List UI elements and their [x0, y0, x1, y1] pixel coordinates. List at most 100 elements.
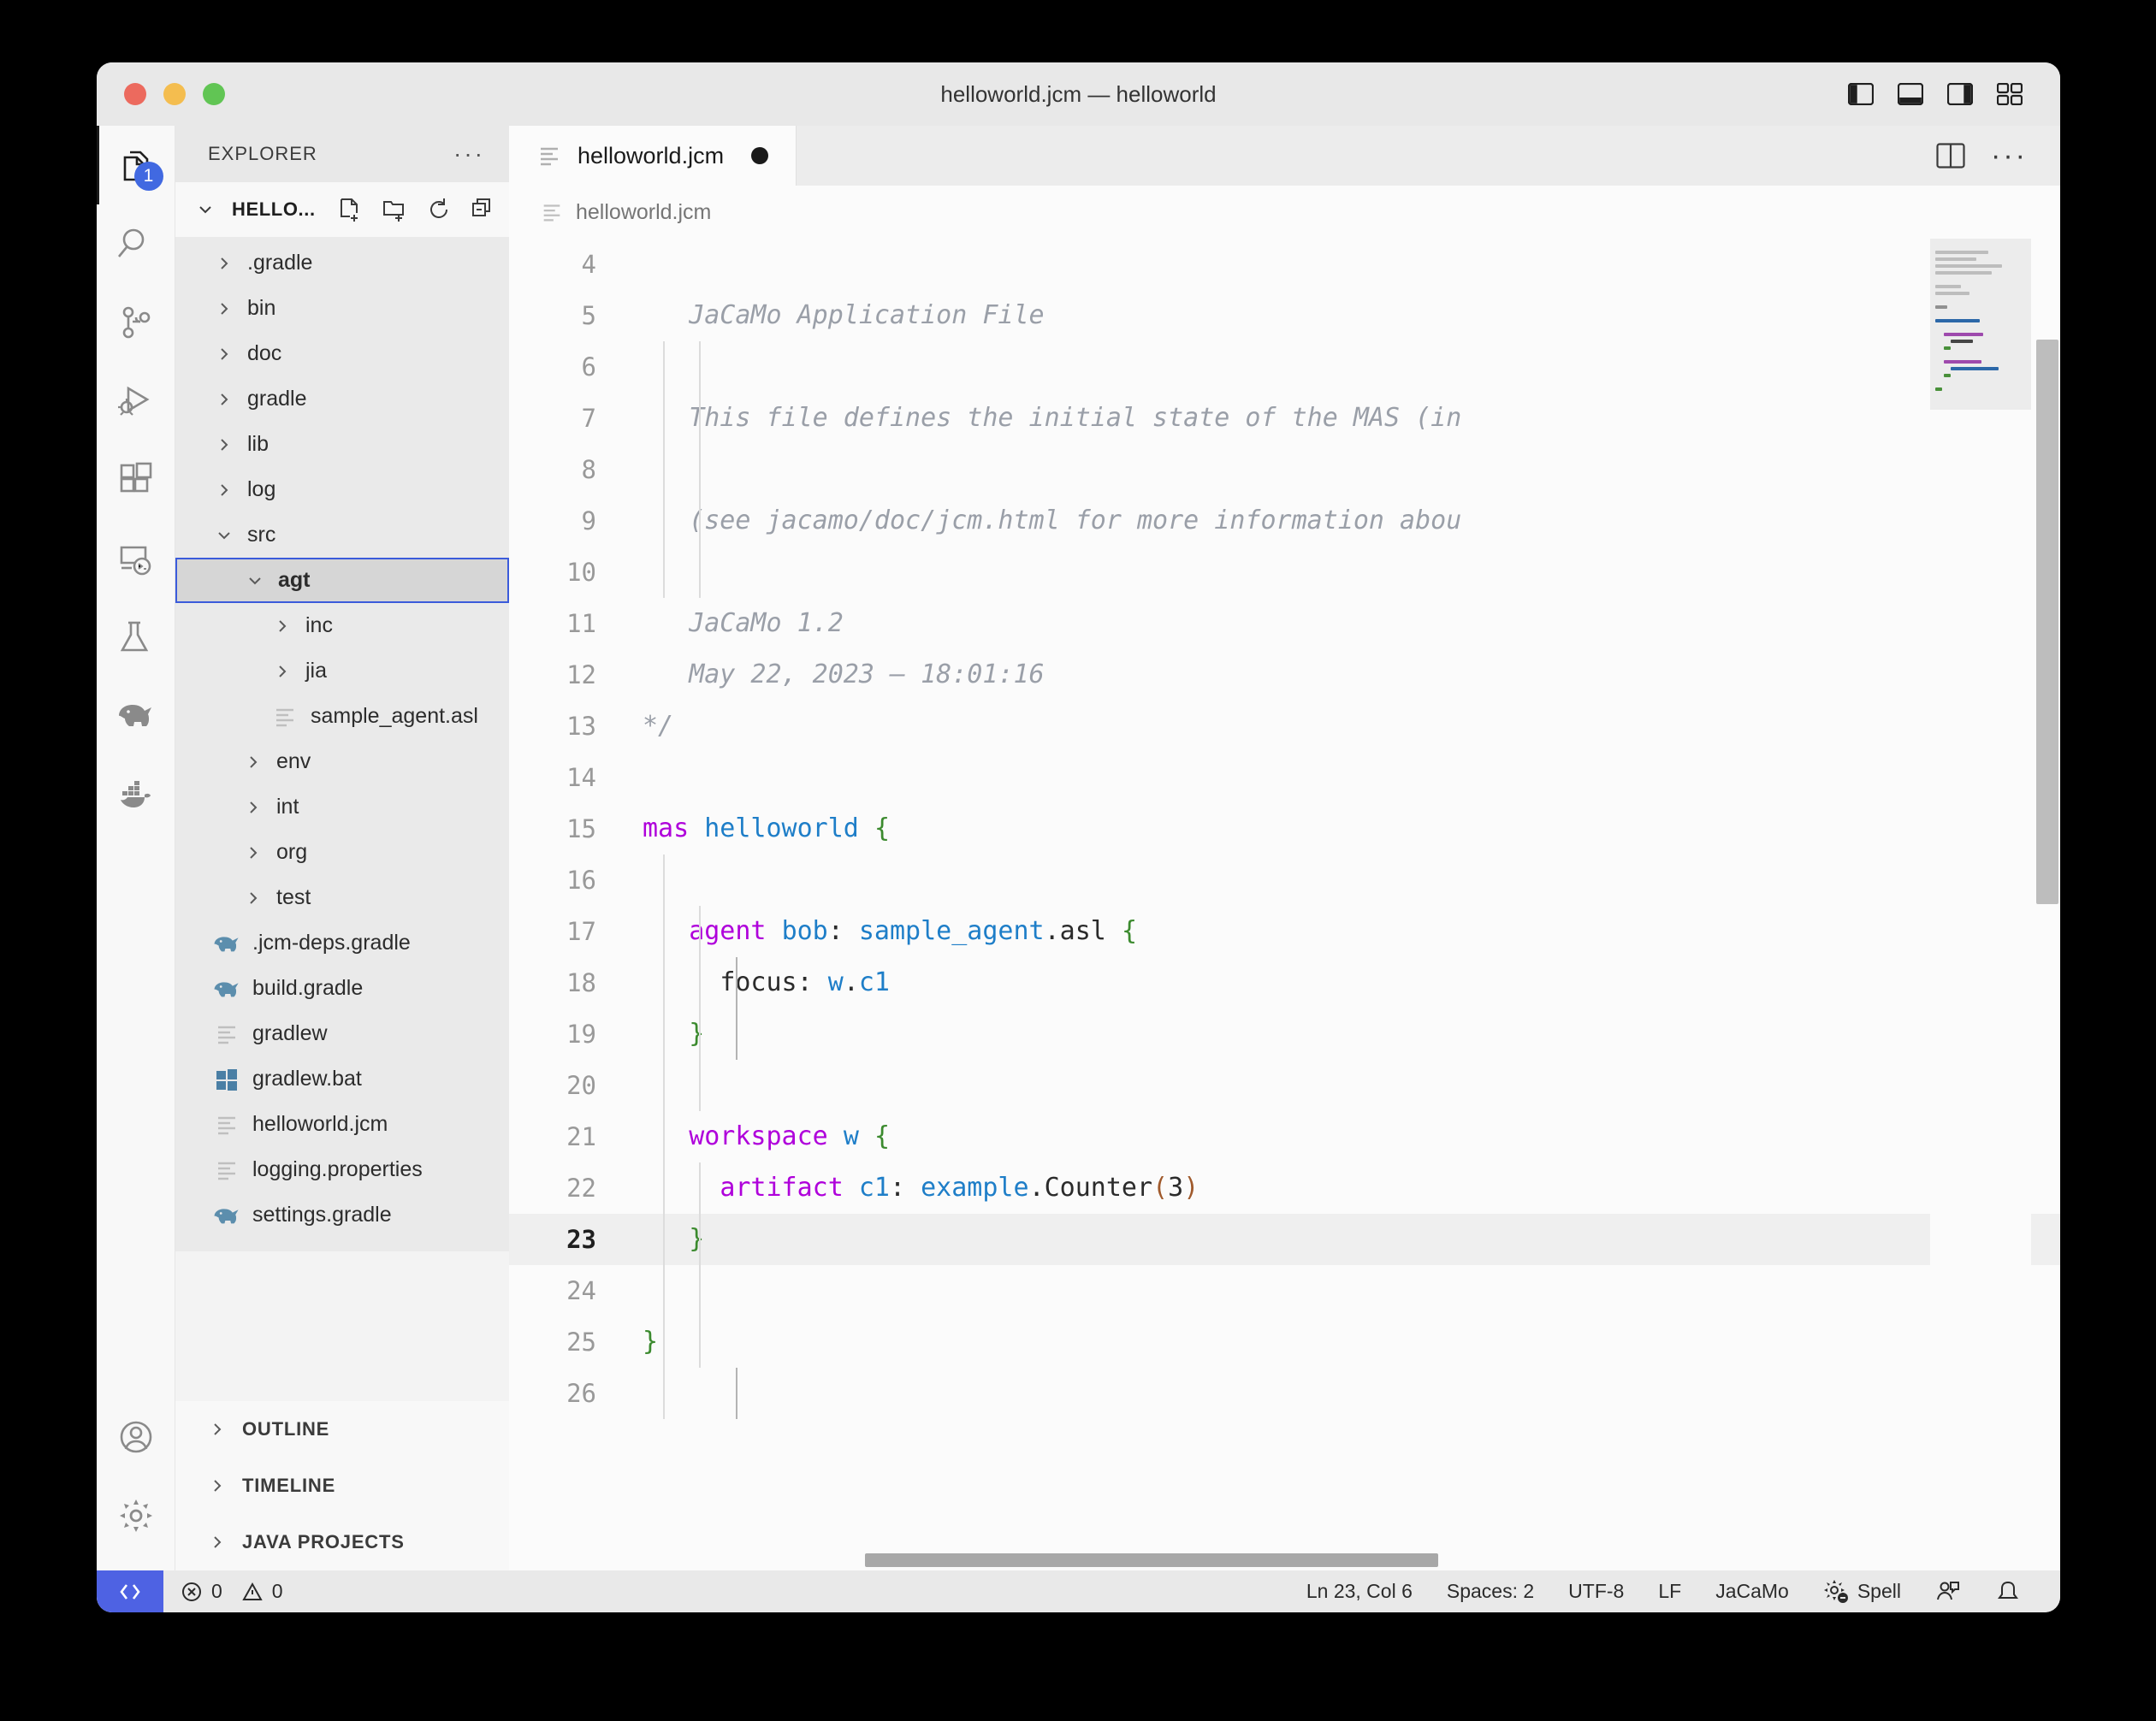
sidebar-item-testing[interactable] — [97, 598, 175, 677]
tree-item-helloworld-jcm[interactable]: helloworld.jcm — [175, 1102, 509, 1147]
code-line[interactable]: 19 } — [509, 1008, 2060, 1060]
file-tree[interactable]: .gradle bin doc gradle lib log src agt inc jia sam… — [175, 237, 509, 1251]
tree-item-gradlew-bat[interactable]: gradlew.bat — [175, 1056, 509, 1102]
more-actions-icon[interactable]: ··· — [1991, 141, 2028, 169]
sidebar-item-explorer[interactable]: 1 — [97, 126, 175, 204]
code-line[interactable]: 21 workspace w { — [509, 1111, 2060, 1162]
horizontal-scrollbar-thumb[interactable] — [865, 1553, 1438, 1567]
refresh-icon[interactable] — [425, 196, 453, 223]
toggle-secondary-sidebar-icon[interactable] — [1947, 83, 1973, 105]
tree-item-gradle[interactable]: gradle — [175, 376, 509, 422]
chevron-right-icon[interactable] — [210, 385, 239, 414]
chevron-right-icon[interactable] — [203, 1528, 232, 1557]
chevron-right-icon[interactable] — [268, 657, 297, 686]
tab-helloworld-jcm[interactable]: helloworld.jcm — [509, 126, 797, 186]
tree-item-inc[interactable]: inc — [175, 603, 509, 648]
chevron-right-icon[interactable] — [203, 1471, 232, 1500]
indentation-setting[interactable]: Spaces: 2 — [1430, 1570, 1551, 1612]
panel-outline[interactable]: OUTLINE — [175, 1401, 509, 1458]
tree-item-bin[interactable]: bin — [175, 286, 509, 331]
chevron-right-icon[interactable] — [210, 430, 239, 459]
code-line[interactable]: 20 — [509, 1060, 2060, 1111]
chevron-right-icon[interactable] — [210, 249, 239, 278]
tree-item--jcm-deps-gradle[interactable]: .jcm-deps.gradle — [175, 920, 509, 966]
code-line[interactable]: 26 — [509, 1368, 2060, 1419]
code-line[interactable]: 4 — [509, 239, 2060, 290]
sidebar-item-docker[interactable] — [97, 755, 175, 834]
explorer-more-actions-icon[interactable]: ··· — [453, 141, 485, 165]
code-line[interactable]: 15 mas helloworld { — [509, 803, 2060, 855]
code-line[interactable]: 5 JaCaMo Application File — [509, 290, 2060, 341]
chevron-right-icon[interactable] — [239, 748, 268, 777]
encoding-setting[interactable]: UTF-8 — [1551, 1570, 1641, 1612]
chevron-right-icon[interactable] — [268, 612, 297, 641]
split-editor-icon[interactable] — [1936, 143, 1965, 169]
code-line[interactable]: 22 artifact c1: example.Counter(3) — [509, 1162, 2060, 1214]
tree-item-log[interactable]: log — [175, 467, 509, 512]
vertical-scrollbar-thumb[interactable] — [2036, 340, 2058, 904]
sidebar-item-accounts[interactable] — [97, 1398, 175, 1476]
minimap[interactable] — [1930, 239, 2031, 1570]
eol-setting[interactable]: LF — [1641, 1570, 1698, 1612]
chevron-right-icon[interactable] — [239, 793, 268, 822]
spell-checker-status[interactable]: Spell — [1806, 1570, 1918, 1612]
tree-item-agt[interactable]: agt — [175, 558, 509, 603]
remote-window-button[interactable] — [97, 1570, 163, 1612]
sidebar-item-extensions[interactable] — [97, 441, 175, 519]
tree-item-lib[interactable]: lib — [175, 422, 509, 467]
chevron-down-icon[interactable] — [240, 566, 270, 595]
code-line[interactable]: 8 — [509, 444, 2060, 495]
toggle-panel-icon[interactable] — [1898, 83, 1923, 105]
chevron-down-icon[interactable] — [191, 195, 220, 224]
collapse-all-icon[interactable] — [470, 196, 497, 223]
code-line[interactable]: 14 — [509, 752, 2060, 803]
tree-item-test[interactable]: test — [175, 875, 509, 920]
panel-java-projects[interactable]: JAVA PROJECTS — [175, 1514, 509, 1570]
tree-item-gradlew[interactable]: gradlew — [175, 1011, 509, 1056]
chevron-right-icon[interactable] — [239, 884, 268, 913]
code-line[interactable]: 18 focus: w.c1 — [509, 957, 2060, 1008]
sidebar-item-run-and-debug[interactable] — [97, 362, 175, 441]
vertical-scrollbar[interactable] — [2031, 239, 2060, 1570]
feedback-button[interactable] — [1918, 1570, 1978, 1612]
chevron-right-icon[interactable] — [210, 340, 239, 369]
tree-item-int[interactable]: int — [175, 784, 509, 830]
chevron-right-icon[interactable] — [210, 294, 239, 323]
toggle-primary-sidebar-icon[interactable] — [1848, 83, 1874, 105]
tree-item-doc[interactable]: doc — [175, 331, 509, 376]
sidebar-item-search[interactable] — [97, 204, 175, 283]
sidebar-item-source-control[interactable] — [97, 283, 175, 362]
chevron-right-icon[interactable] — [203, 1415, 232, 1444]
tree-item-sample-agent-asl[interactable]: sample_agent.asl — [175, 694, 509, 739]
chevron-down-icon[interactable] — [210, 521, 239, 550]
new-folder-icon[interactable] — [381, 196, 408, 223]
code-line[interactable]: 11 JaCaMo 1.2 — [509, 598, 2060, 649]
language-mode[interactable]: JaCaMo — [1698, 1570, 1806, 1612]
code-line[interactable]: 10 — [509, 547, 2060, 598]
cursor-position[interactable]: Ln 23, Col 6 — [1289, 1570, 1430, 1612]
code-line[interactable]: 24 — [509, 1265, 2060, 1316]
horizontal-scrollbar[interactable] — [509, 1553, 2060, 1570]
sidebar-item-remote-explorer[interactable] — [97, 519, 175, 598]
code-line[interactable]: 12 May 22, 2023 – 18:01:16 — [509, 649, 2060, 701]
notifications-button[interactable] — [1978, 1570, 2038, 1612]
tree-item-logging-properties[interactable]: logging.properties — [175, 1147, 509, 1192]
code-line[interactable]: 17 agent bob: sample_agent.asl { — [509, 906, 2060, 957]
tab-dirty-indicator[interactable] — [751, 147, 769, 164]
panel-timeline[interactable]: TIMELINE — [175, 1458, 509, 1514]
code-lines[interactable]: 4 5 JaCaMo Application File 6 7 This file d… — [509, 239, 2060, 1570]
chevron-right-icon[interactable] — [239, 838, 268, 867]
sidebar-item-gradle[interactable] — [97, 677, 175, 755]
code-editor[interactable]: 4 5 JaCaMo Application File 6 7 This file d… — [509, 239, 2060, 1570]
breadcrumb[interactable]: helloworld.jcm — [509, 186, 2060, 239]
customize-layout-icon[interactable] — [1997, 83, 2023, 105]
code-line[interactable]: 16 — [509, 855, 2060, 906]
tree-item-jia[interactable]: jia — [175, 648, 509, 694]
code-line[interactable]: 6 — [509, 341, 2060, 393]
tree-item--gradle[interactable]: .gradle — [175, 240, 509, 286]
code-line[interactable]: 7 This file defines the initial state of… — [509, 393, 2060, 444]
code-line[interactable]: 13 */ — [509, 701, 2060, 752]
code-line[interactable]: 9 (see jacamo/doc/jcm.html for more info… — [509, 495, 2060, 547]
workspace-root-row[interactable]: HELLO... — [175, 182, 509, 237]
chevron-right-icon[interactable] — [210, 476, 239, 505]
